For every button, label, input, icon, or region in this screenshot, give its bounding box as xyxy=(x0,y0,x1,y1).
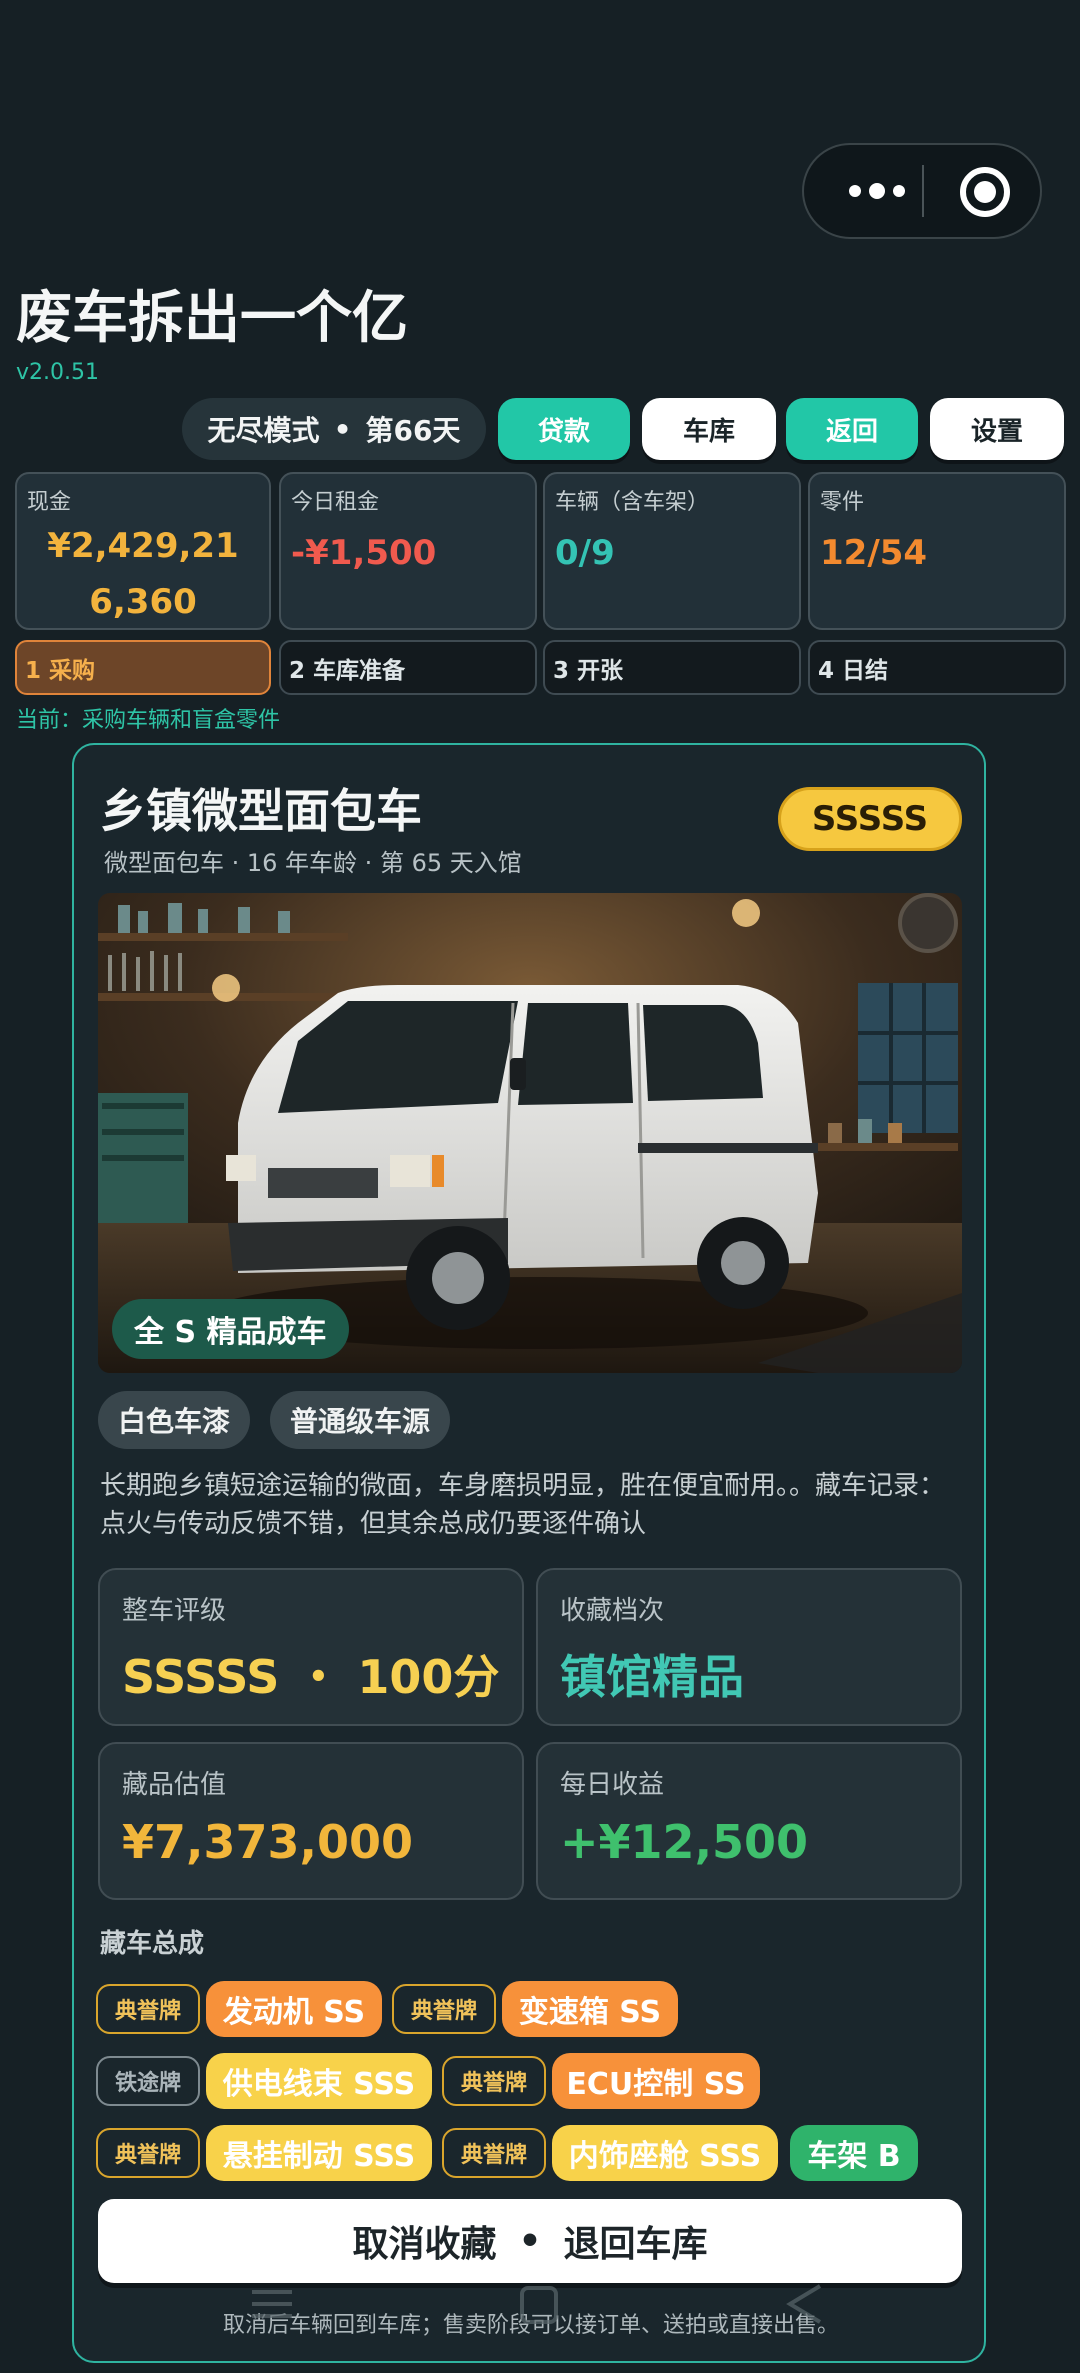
part-gearbox[interactable]: 变速箱 SS xyxy=(502,1981,678,2037)
mode-name: 无尽模式 xyxy=(207,414,320,447)
part-engine[interactable]: 发动机 SS xyxy=(206,1981,382,2037)
cancel-footnote: 取消后车辆回到车库；售卖阶段可以接订单、送拍或直接出售。 xyxy=(222,2313,839,2338)
cash-value-line1: ¥2,429,21 xyxy=(47,526,239,566)
mode-day-pill: 无尽模式 • 第66天 xyxy=(182,398,486,460)
brand-badge: 铁途牌 xyxy=(96,2056,200,2106)
brand-badge: 典誉牌 xyxy=(96,2128,200,2178)
tier-value: 镇馆精品 xyxy=(560,1650,744,1704)
daily-income-value: +¥12,500 xyxy=(560,1815,809,1869)
loan-button[interactable]: 贷款 xyxy=(498,398,630,460)
target-circle-icon[interactable] xyxy=(960,167,1010,217)
car-photo: 全 S 精品成车 xyxy=(98,893,962,1373)
part-frame[interactable]: 车架 B xyxy=(790,2125,918,2181)
paint-tag: 白色车漆 xyxy=(98,1391,251,1449)
valuation-box: 藏品估值 ¥7,373,000 xyxy=(98,1742,524,1900)
tier-label: 收藏档次 xyxy=(560,1596,665,1626)
step-daily-settlement[interactable]: 4 日结 xyxy=(808,640,1066,695)
day-counter: 第66天 xyxy=(365,414,461,447)
mode-separator: • xyxy=(333,412,352,446)
cancel-button-separator: • xyxy=(518,2220,542,2262)
step-open[interactable]: 3 开张 xyxy=(543,640,801,695)
cash-value-line2: 6,360 xyxy=(89,582,197,622)
brand-badge: 典誉牌 xyxy=(96,1984,200,2034)
valuation-label: 藏品估值 xyxy=(122,1770,227,1800)
cancel-button-left: 取消收藏 xyxy=(352,2224,497,2265)
step-purchase[interactable]: 1 采购 xyxy=(15,640,271,695)
parts-stat: 零件 12/54 xyxy=(808,472,1066,630)
parts-value: 12/54 xyxy=(820,533,928,573)
daily-income-label: 每日收益 xyxy=(560,1770,665,1800)
car-description: 长期跑乡镇短途运输的微面，车身磨损明显，胜在便宜耐用。。藏车记录：点火与传动反馈… xyxy=(100,1471,946,1539)
part-wiring-harness[interactable]: 供电线束 SSS xyxy=(206,2053,432,2109)
car-name: 乡镇微型面包车 xyxy=(100,784,422,838)
mini-program-capsule xyxy=(802,143,1042,239)
part-suspension-brake[interactable]: 悬挂制动 SSS xyxy=(206,2125,432,2181)
rent-stat: 今日租金 -¥1,500 xyxy=(279,472,537,630)
settings-button[interactable]: 设置 xyxy=(930,398,1064,460)
daily-income-box: 每日收益 +¥12,500 xyxy=(536,1742,962,1900)
vehicles-label: 车辆（含车架） xyxy=(555,490,710,515)
parts-label: 零件 xyxy=(820,490,865,515)
cash-label: 现金 xyxy=(27,490,72,515)
rating-value: SSSSS ・ 100分 xyxy=(122,1650,500,1704)
app-version: v2.0.51 xyxy=(16,360,99,385)
back-button[interactable]: 返回 xyxy=(786,398,918,460)
app-title: 废车拆出一个亿 xyxy=(16,286,408,351)
rent-value: -¥1,500 xyxy=(291,533,437,573)
cancel-button-right: 退回车库 xyxy=(563,2224,708,2265)
tier-box: 收藏档次 镇馆精品 xyxy=(536,1568,962,1726)
rating-label: 整车评级 xyxy=(122,1596,227,1626)
vehicles-value: 0/9 xyxy=(555,533,615,573)
assemblies-heading: 藏车总成 xyxy=(100,1929,205,1959)
cancel-collection-button[interactable]: 取消收藏 • 退回车库 xyxy=(98,2199,962,2283)
rating-box: 整车评级 SSSSS ・ 100分 xyxy=(98,1568,524,1726)
car-meta: 微型面包车 · 16 年车龄 · 第 65 天入馆 xyxy=(104,849,522,877)
garage-button[interactable]: 车库 xyxy=(642,398,776,460)
vehicles-stat: 车辆（含车架） 0/9 xyxy=(543,472,801,630)
valuation-value: ¥7,373,000 xyxy=(122,1815,414,1869)
photo-tag: 全 S 精品成车 xyxy=(112,1299,349,1359)
capsule-divider xyxy=(922,165,924,217)
brand-badge: 典誉牌 xyxy=(442,2056,546,2106)
grade-badge: SSSSS xyxy=(778,787,962,851)
current-step-hint: 当前：采购车辆和盲盒零件 xyxy=(16,708,281,733)
car-card: 乡镇微型面包车 微型面包车 · 16 年车龄 · 第 65 天入馆 SSSSS xyxy=(72,743,986,2363)
more-dots-icon[interactable] xyxy=(834,145,920,237)
cash-stat: 现金 ¥2,429,21 6,360 xyxy=(15,472,271,630)
part-interior-cabin[interactable]: 内饰座舱 SSS xyxy=(552,2125,778,2181)
step-garage-prep[interactable]: 2 车库准备 xyxy=(279,640,537,695)
brand-badge: 典誉牌 xyxy=(442,2128,546,2178)
rent-label: 今日租金 xyxy=(291,490,380,515)
part-ecu[interactable]: ECU控制 SS xyxy=(552,2053,760,2109)
brand-badge: 典誉牌 xyxy=(392,1984,496,2034)
source-tag: 普通级车源 xyxy=(270,1391,451,1449)
